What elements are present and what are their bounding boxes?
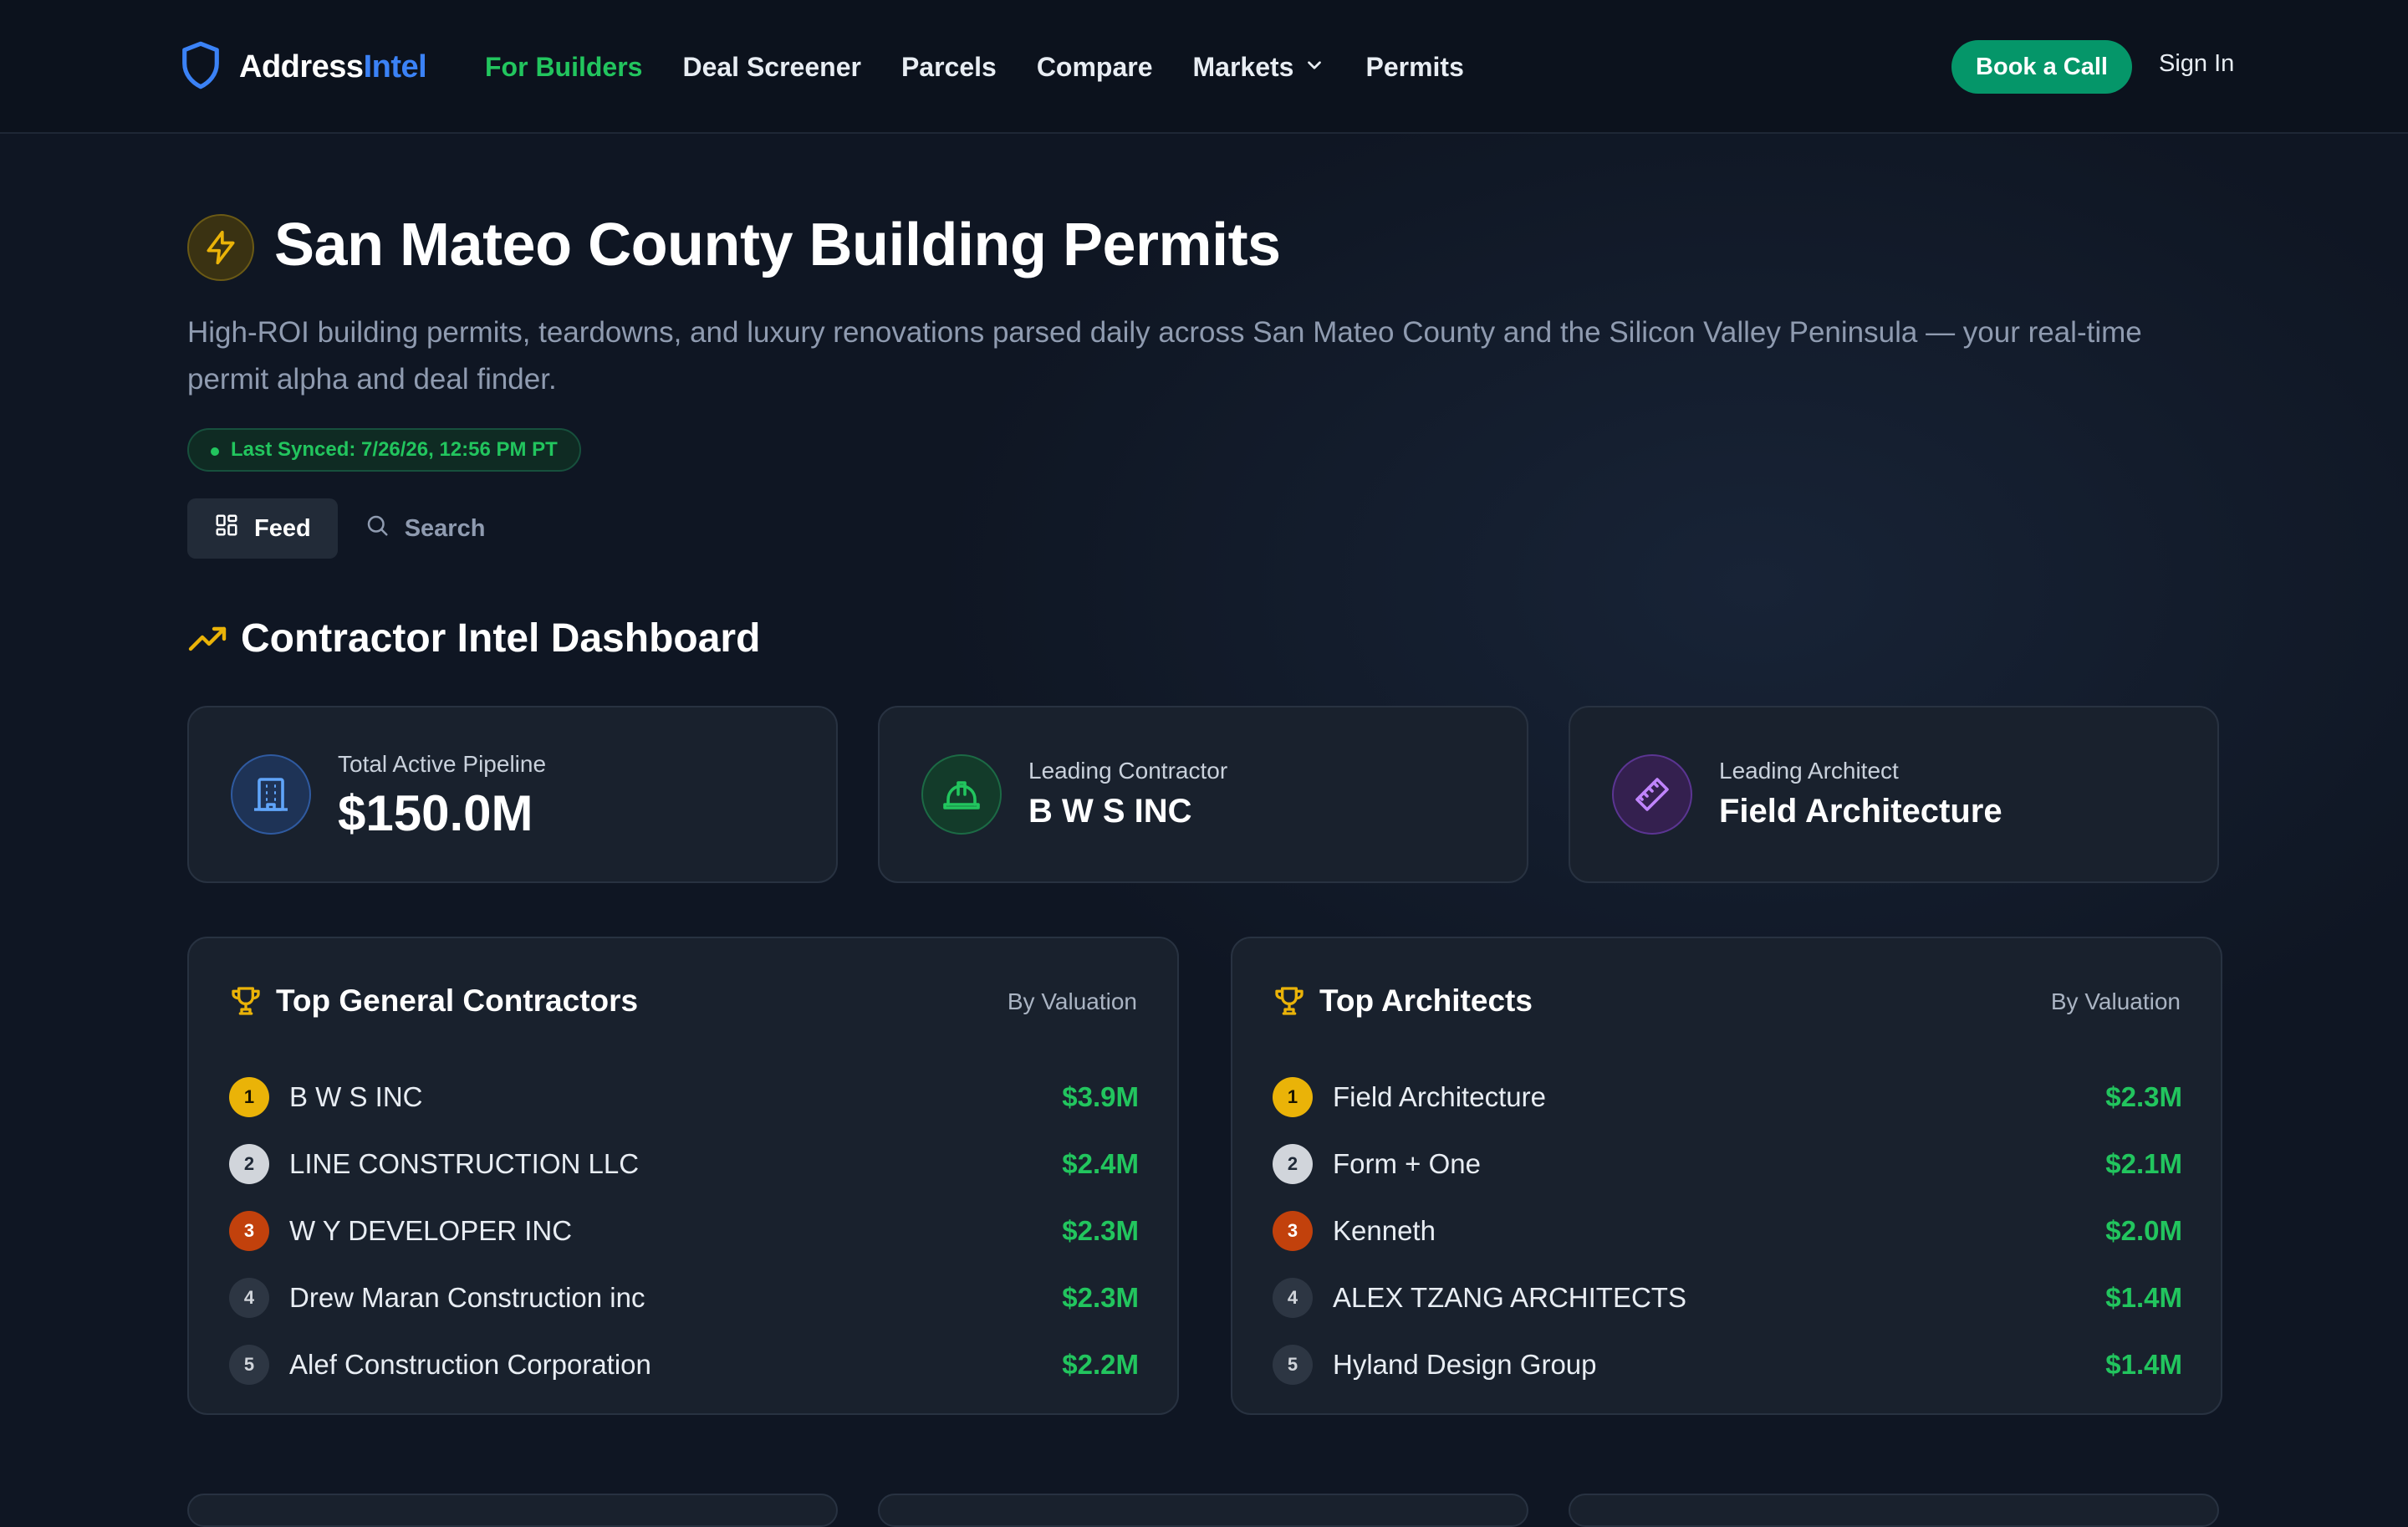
architect-name: Form + One xyxy=(1333,1148,1481,1179)
rank-badge: 4 xyxy=(229,1278,269,1318)
brand-logo[interactable]: AddressIntel xyxy=(179,40,427,94)
contractor-name: LINE CONSTRUCTION LLC xyxy=(289,1148,640,1179)
valuation: $1.4M xyxy=(2105,1282,2182,1313)
valuation: $2.3M xyxy=(1062,1282,1139,1313)
panel-header: Top General Contractors xyxy=(229,983,638,1019)
contractor-name: B W S INC xyxy=(289,1081,423,1112)
stat-value: B W S INC xyxy=(1028,793,1192,830)
card-peek xyxy=(1569,1494,2219,1527)
panel-header: Top Architects xyxy=(1273,983,1533,1019)
valuation: $2.2M xyxy=(1062,1349,1139,1380)
valuation: $2.1M xyxy=(2105,1148,2182,1179)
rank-badge: 5 xyxy=(229,1345,269,1385)
list-item[interactable]: 4 ALEX TZANG ARCHITECTS $1.4M xyxy=(1273,1264,2182,1331)
stat-label: Leading Contractor xyxy=(1028,758,1228,784)
grid-icon xyxy=(214,513,254,544)
top-contractors-panel: Top General Contractors By Valuation 1 B… xyxy=(187,937,1179,1415)
stat-value: $150.0M xyxy=(338,785,533,841)
list-item[interactable]: 1 B W S INC $3.9M xyxy=(229,1064,1139,1131)
contractor-name: Drew Maran Construction inc xyxy=(289,1282,645,1313)
tab-search[interactable]: Search xyxy=(338,498,513,559)
chevron-down-icon xyxy=(1293,52,1325,83)
rank-badge: 1 xyxy=(229,1077,269,1117)
list-item[interactable]: 2 LINE CONSTRUCTION LLC $2.4M xyxy=(229,1131,1139,1198)
stat-card-leading-architect: Leading Architect Field Architecture xyxy=(1569,706,2219,883)
list-item[interactable]: 3 W Y DEVELOPER INC $2.3M xyxy=(229,1198,1139,1264)
list-item[interactable]: 1 Field Architecture $2.3M xyxy=(1273,1064,2182,1131)
panel-title: Top Architects xyxy=(1319,983,1533,1018)
stat-value: Field Architecture xyxy=(1719,793,2002,830)
rank-badge: 3 xyxy=(1273,1211,1313,1251)
contractor-name: W Y DEVELOPER INC xyxy=(289,1215,573,1246)
rank-badge: 1 xyxy=(1273,1077,1313,1117)
nav-link-deal-screener[interactable]: Deal Screener xyxy=(682,52,860,83)
architect-name: Hyland Design Group xyxy=(1333,1349,1597,1380)
valuation: $2.4M xyxy=(1062,1148,1139,1179)
list-item[interactable]: 4 Drew Maran Construction inc $2.3M xyxy=(229,1264,1139,1331)
last-synced-badge: Last Synced: 7/26/26, 12:56 PM PT xyxy=(187,428,581,472)
brand-name: AddressIntel xyxy=(239,49,427,84)
ruler-icon xyxy=(1612,754,1692,835)
trophy-icon xyxy=(229,984,276,1018)
architect-list: 1 Field Architecture $2.3M 2 Form + One … xyxy=(1273,1064,2182,1398)
page-title: San Mateo County Building Permits xyxy=(274,212,1281,278)
nav-links: For Builders Deal Screener Parcels Compa… xyxy=(485,47,1504,87)
rank-badge: 5 xyxy=(1273,1345,1313,1385)
valuation: $1.4M xyxy=(2105,1349,2182,1380)
valuation: $3.9M xyxy=(1062,1081,1139,1112)
valuation: $2.3M xyxy=(2105,1081,2182,1112)
nav-link-markets[interactable]: Markets xyxy=(1193,52,1326,83)
shield-icon xyxy=(179,40,222,94)
nav-link-compare[interactable]: Compare xyxy=(1037,52,1153,83)
status-dot-icon xyxy=(211,447,219,456)
panel-title: Top General Contractors xyxy=(276,983,639,1018)
panel-subtitle: By Valuation xyxy=(2050,988,2181,1014)
card-peek xyxy=(878,1494,1528,1527)
building-icon xyxy=(231,754,311,835)
panel-subtitle: By Valuation xyxy=(1007,988,1137,1014)
rank-badge: 2 xyxy=(1273,1144,1313,1184)
top-architects-panel: Top Architects By Valuation 1 Field Arch… xyxy=(1231,937,2222,1415)
nav-link-for-builders[interactable]: For Builders xyxy=(485,52,642,83)
page-subtitle: High-ROI building permits, teardowns, an… xyxy=(187,316,2142,396)
nav-link-permits[interactable]: Permits xyxy=(1365,52,1463,83)
nav-link-parcels[interactable]: Parcels xyxy=(901,52,997,83)
list-item[interactable]: 3 Kenneth $2.0M xyxy=(1273,1198,2182,1264)
valuation: $2.0M xyxy=(2105,1215,2182,1246)
rank-badge: 2 xyxy=(229,1144,269,1184)
top-nav: AddressIntel For Builders Deal Screener … xyxy=(0,0,2408,134)
trending-up-icon xyxy=(187,619,241,659)
tab-feed[interactable]: Feed xyxy=(187,498,338,559)
trophy-icon xyxy=(1273,984,1319,1018)
architect-name: ALEX TZANG ARCHITECTS xyxy=(1333,1282,1686,1313)
rank-badge: 3 xyxy=(229,1211,269,1251)
dashboard-title: Contractor Intel Dashboard xyxy=(241,616,761,661)
architect-name: Field Architecture xyxy=(1333,1081,1546,1112)
nav-link-markets-label: Markets xyxy=(1192,51,1294,82)
tab-search-label: Search xyxy=(404,514,486,542)
card-peek xyxy=(187,1494,838,1527)
tab-feed-label: Feed xyxy=(254,514,311,542)
last-synced-text: Last Synced: 7/26/26, 12:56 PM PT xyxy=(231,438,558,461)
list-item[interactable]: 5 Hyland Design Group $1.4M xyxy=(1273,1331,2182,1398)
sign-in-link[interactable]: Sign In xyxy=(2159,50,2234,78)
list-item[interactable]: 5 Alef Construction Corporation $2.2M xyxy=(229,1331,1139,1398)
hard-hat-icon xyxy=(921,754,1002,835)
stat-label: Leading Architect xyxy=(1719,758,1899,784)
stat-label: Total Active Pipeline xyxy=(338,751,547,777)
list-item[interactable]: 2 Form + One $2.1M xyxy=(1273,1131,2182,1198)
architect-name: Kenneth xyxy=(1333,1215,1436,1246)
dashboard-heading: Contractor Intel Dashboard xyxy=(187,615,760,661)
search-icon xyxy=(365,513,405,544)
valuation: $2.3M xyxy=(1062,1215,1139,1246)
lightning-icon xyxy=(187,214,254,281)
view-tabs: Feed Search xyxy=(187,498,512,559)
contractor-name: Alef Construction Corporation xyxy=(289,1349,651,1380)
contractor-list: 1 B W S INC $3.9M 2 LINE CONSTRUCTION LL… xyxy=(229,1064,1139,1398)
stat-card-leading-contractor: Leading Contractor B W S INC xyxy=(878,706,1528,883)
stat-card-pipeline: Total Active Pipeline $150.0M xyxy=(187,706,838,883)
rank-badge: 4 xyxy=(1273,1278,1313,1318)
book-call-button[interactable]: Book a Call xyxy=(1951,40,2132,94)
